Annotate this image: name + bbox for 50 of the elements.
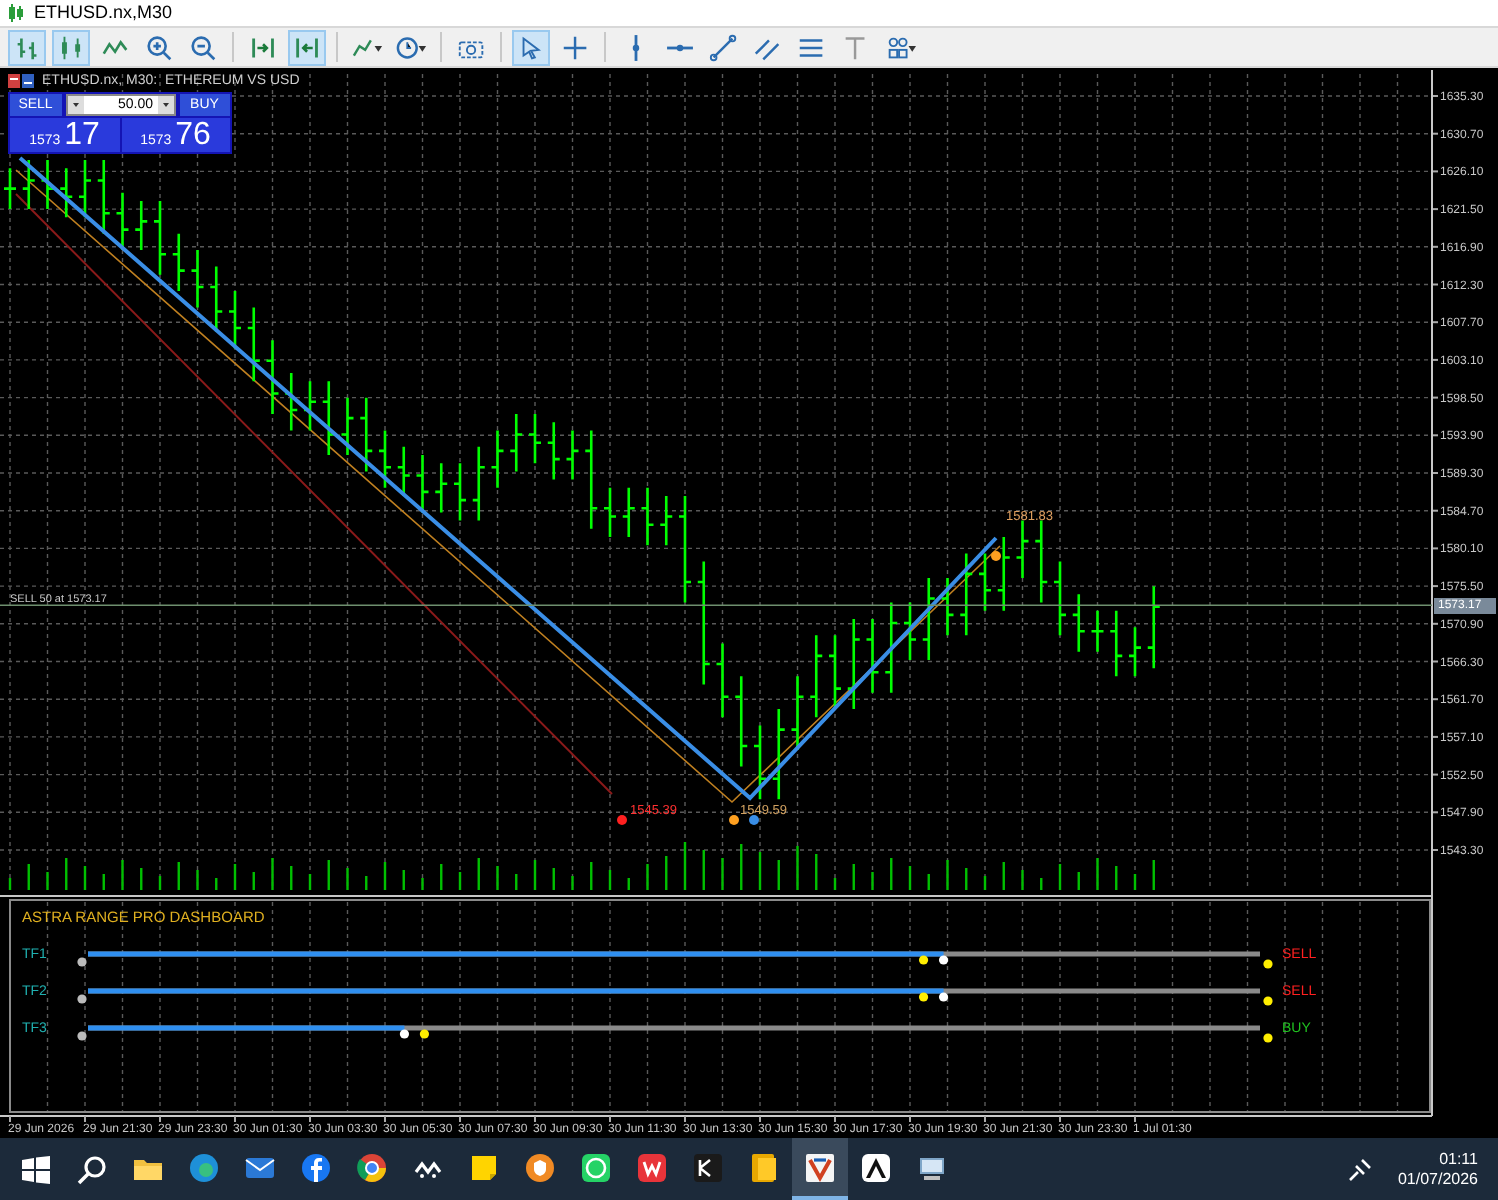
marker-dot [991, 551, 1001, 561]
crosshair-icon [559, 31, 591, 63]
candlestick-button[interactable] [52, 29, 90, 65]
chart-window-icon [8, 4, 26, 22]
horizontal-line-icon [665, 43, 693, 51]
marker-dot [1263, 1033, 1273, 1043]
marker-dot [749, 815, 759, 825]
document-icon [748, 1151, 780, 1183]
bar-chart-button[interactable] [8, 29, 46, 65]
sticky-note-icon [468, 1151, 500, 1183]
chart-shift-button[interactable] [288, 29, 326, 65]
clock-icon [395, 31, 427, 63]
start-icon[interactable] [20, 1153, 52, 1185]
network-icon[interactable] [1345, 1155, 1374, 1183]
marker-dot [938, 992, 949, 1002]
increase-icon[interactable] [157, 96, 173, 114]
chart-app-icon [804, 1151, 836, 1183]
trend-line-icon [707, 31, 739, 63]
one-click-trading-icon[interactable] [8, 74, 34, 88]
marker-dot [399, 1029, 410, 1039]
trend-line-button[interactable] [704, 29, 742, 65]
decrease-icon[interactable] [67, 96, 84, 114]
triangle-app-icon [860, 1151, 892, 1183]
social-icon [300, 1151, 332, 1183]
shield-icon [524, 1151, 556, 1183]
window-title: ETHUSD.nx,M30 [34, 4, 173, 22]
marker-dot [77, 957, 87, 967]
marker-dot [1263, 959, 1273, 969]
clock-time: 01:11 [1439, 1149, 1478, 1169]
web-browser-icon [356, 1151, 388, 1183]
zoom-in-icon [143, 31, 175, 63]
vertical-line-icon [631, 33, 639, 61]
chat-icon [580, 1151, 612, 1183]
marker-dot [729, 815, 739, 825]
browser-icon [188, 1151, 220, 1183]
zoom-out-icon [187, 31, 219, 63]
taskbar-app-button[interactable] [792, 1138, 848, 1200]
marker-dot [77, 1031, 87, 1041]
marker-dot [918, 992, 929, 1002]
search-icon[interactable] [76, 1153, 108, 1185]
clock-date: 01/07/2026 [1397, 1169, 1478, 1189]
marker-dot [617, 815, 627, 825]
marker-dot [1263, 996, 1273, 1006]
marker-dot [918, 955, 929, 965]
marker-dot [938, 955, 949, 965]
marker-dot [419, 1029, 430, 1039]
office-icon [636, 1151, 668, 1183]
trading-app-icon [692, 1151, 724, 1183]
cursor-button[interactable] [512, 29, 550, 65]
marker-dot [77, 994, 87, 1004]
